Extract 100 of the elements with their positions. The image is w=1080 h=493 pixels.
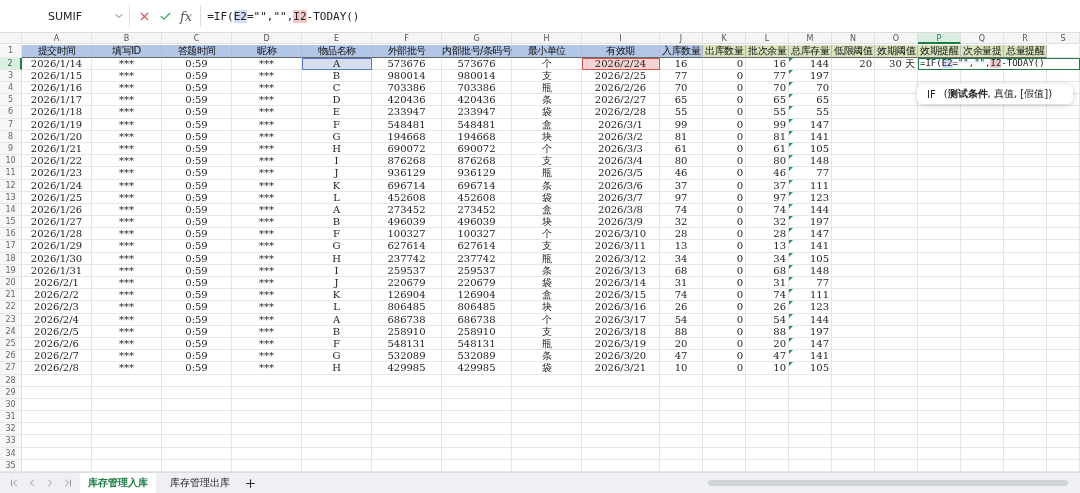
table-cell: 429985 bbox=[442, 362, 512, 375]
table-cell: 147 bbox=[789, 228, 832, 241]
column-header[interactable]: E bbox=[302, 33, 372, 45]
row-header[interactable]: 11 bbox=[0, 167, 22, 180]
empty-cell bbox=[442, 411, 512, 424]
row-header[interactable]: 26 bbox=[0, 350, 22, 363]
table-cell: 55 bbox=[660, 106, 703, 119]
table-cell: 0:59 bbox=[162, 301, 232, 314]
column-header[interactable]: C bbox=[162, 33, 232, 45]
row-header[interactable]: 1 bbox=[0, 45, 22, 58]
table-cell: J bbox=[302, 277, 372, 290]
column-header[interactable]: A bbox=[22, 33, 92, 45]
empty-cell bbox=[1047, 386, 1080, 399]
row-header[interactable]: 32 bbox=[0, 423, 22, 436]
table-cell: B bbox=[302, 216, 372, 229]
empty-cell bbox=[232, 435, 302, 448]
empty-cell bbox=[875, 423, 918, 436]
table-cell: 627614 bbox=[372, 240, 442, 253]
column-header[interactable]: L bbox=[746, 33, 789, 45]
sheet-tab[interactable]: 库存管理出库 bbox=[162, 473, 238, 493]
empty-cell bbox=[1047, 411, 1080, 424]
row-header[interactable]: 5 bbox=[0, 94, 22, 107]
table-cell: 141 bbox=[789, 350, 832, 363]
table-cell: *** bbox=[92, 362, 162, 375]
row-header[interactable]: 6 bbox=[0, 106, 22, 119]
table-cell: 2026/1/29 bbox=[22, 240, 92, 253]
row-header[interactable]: 20 bbox=[0, 277, 22, 290]
column-header[interactable]: F bbox=[372, 33, 442, 45]
table-cell: 0 bbox=[703, 216, 746, 229]
table-cell: 2026/3/15 bbox=[582, 289, 660, 302]
table-cell: 77 bbox=[789, 167, 832, 180]
column-header[interactable]: M bbox=[789, 33, 832, 45]
column-title: 入库数量 bbox=[660, 45, 703, 58]
error-flag-icon bbox=[789, 142, 793, 147]
table-cell: 105 bbox=[789, 362, 832, 375]
table-cell: 46 bbox=[746, 167, 789, 180]
function-button[interactable]: fx bbox=[180, 8, 193, 24]
table-cell: 0:59 bbox=[162, 216, 232, 229]
table-cell: *** bbox=[232, 106, 302, 119]
column-header[interactable]: P bbox=[918, 33, 961, 45]
empty-cell bbox=[918, 386, 961, 399]
empty-cell bbox=[92, 435, 162, 448]
row-header[interactable]: 10 bbox=[0, 155, 22, 168]
row-header[interactable]: 33 bbox=[0, 435, 22, 448]
empty-cell bbox=[832, 386, 875, 399]
first-sheet-icon[interactable] bbox=[8, 477, 20, 489]
empty-cell bbox=[92, 411, 162, 424]
column-header[interactable]: I bbox=[582, 33, 660, 45]
row-header[interactable]: 4 bbox=[0, 82, 22, 95]
table-cell: 123 bbox=[789, 301, 832, 314]
column-header[interactable]: N bbox=[832, 33, 875, 45]
table-cell: 10 bbox=[746, 362, 789, 375]
table-cell: 2026/3/21 bbox=[582, 362, 660, 375]
empty-cell bbox=[961, 435, 1004, 448]
table-cell: 0 bbox=[703, 94, 746, 107]
formula-field[interactable]: =IF(E2="","",I2-TODAY() bbox=[200, 5, 1072, 28]
function-name: IF bbox=[927, 88, 936, 100]
table-cell: 0 bbox=[703, 362, 746, 375]
row-header[interactable]: 27 bbox=[0, 362, 22, 375]
column-header[interactable]: D bbox=[232, 33, 302, 45]
column-header[interactable]: G bbox=[442, 33, 512, 45]
row-header[interactable]: 21 bbox=[0, 289, 22, 302]
empty-cell bbox=[372, 398, 442, 412]
horizontal-scrollbar[interactable] bbox=[708, 480, 1068, 486]
error-flag-icon bbox=[789, 118, 793, 123]
empty-cell bbox=[92, 398, 162, 412]
empty-cell bbox=[789, 423, 832, 436]
last-sheet-icon[interactable] bbox=[62, 477, 74, 489]
sheet-tab[interactable]: 库存管理入库 bbox=[80, 473, 156, 493]
row-header[interactable]: 31 bbox=[0, 411, 22, 424]
column-header[interactable]: S bbox=[1047, 33, 1080, 45]
empty-cell bbox=[660, 374, 703, 387]
row-header[interactable]: 17 bbox=[0, 240, 22, 253]
table-cell: *** bbox=[232, 240, 302, 253]
empty-cell bbox=[832, 435, 875, 448]
empty-cell bbox=[875, 398, 918, 412]
error-flag-icon bbox=[789, 94, 793, 99]
column-header[interactable]: O bbox=[875, 33, 918, 45]
row-header[interactable]: 22 bbox=[0, 301, 22, 314]
table-cell: *** bbox=[92, 277, 162, 290]
empty-cell bbox=[162, 386, 232, 399]
empty-cell bbox=[302, 398, 372, 412]
empty-cell bbox=[302, 435, 372, 448]
table-cell: *** bbox=[232, 277, 302, 290]
select-all-corner[interactable] bbox=[0, 33, 22, 45]
table-cell: 块 bbox=[512, 216, 582, 229]
table-cell: J bbox=[302, 167, 372, 180]
row-header[interactable]: 15 bbox=[0, 216, 22, 229]
column-header[interactable]: B bbox=[92, 33, 162, 45]
error-flag-icon bbox=[789, 325, 793, 330]
row-header[interactable]: 16 bbox=[0, 228, 22, 241]
column-header[interactable]: K bbox=[703, 33, 746, 45]
column-header[interactable]: H bbox=[512, 33, 582, 45]
column-header[interactable]: Q bbox=[961, 33, 1004, 45]
column-header[interactable]: R bbox=[1004, 33, 1047, 45]
name-box[interactable]: SUMIF bbox=[8, 5, 130, 28]
table-cell: 627614 bbox=[442, 240, 512, 253]
add-sheet-icon[interactable] bbox=[244, 476, 257, 490]
column-header[interactable]: J bbox=[660, 33, 703, 45]
table-cell: 支 bbox=[512, 155, 582, 168]
